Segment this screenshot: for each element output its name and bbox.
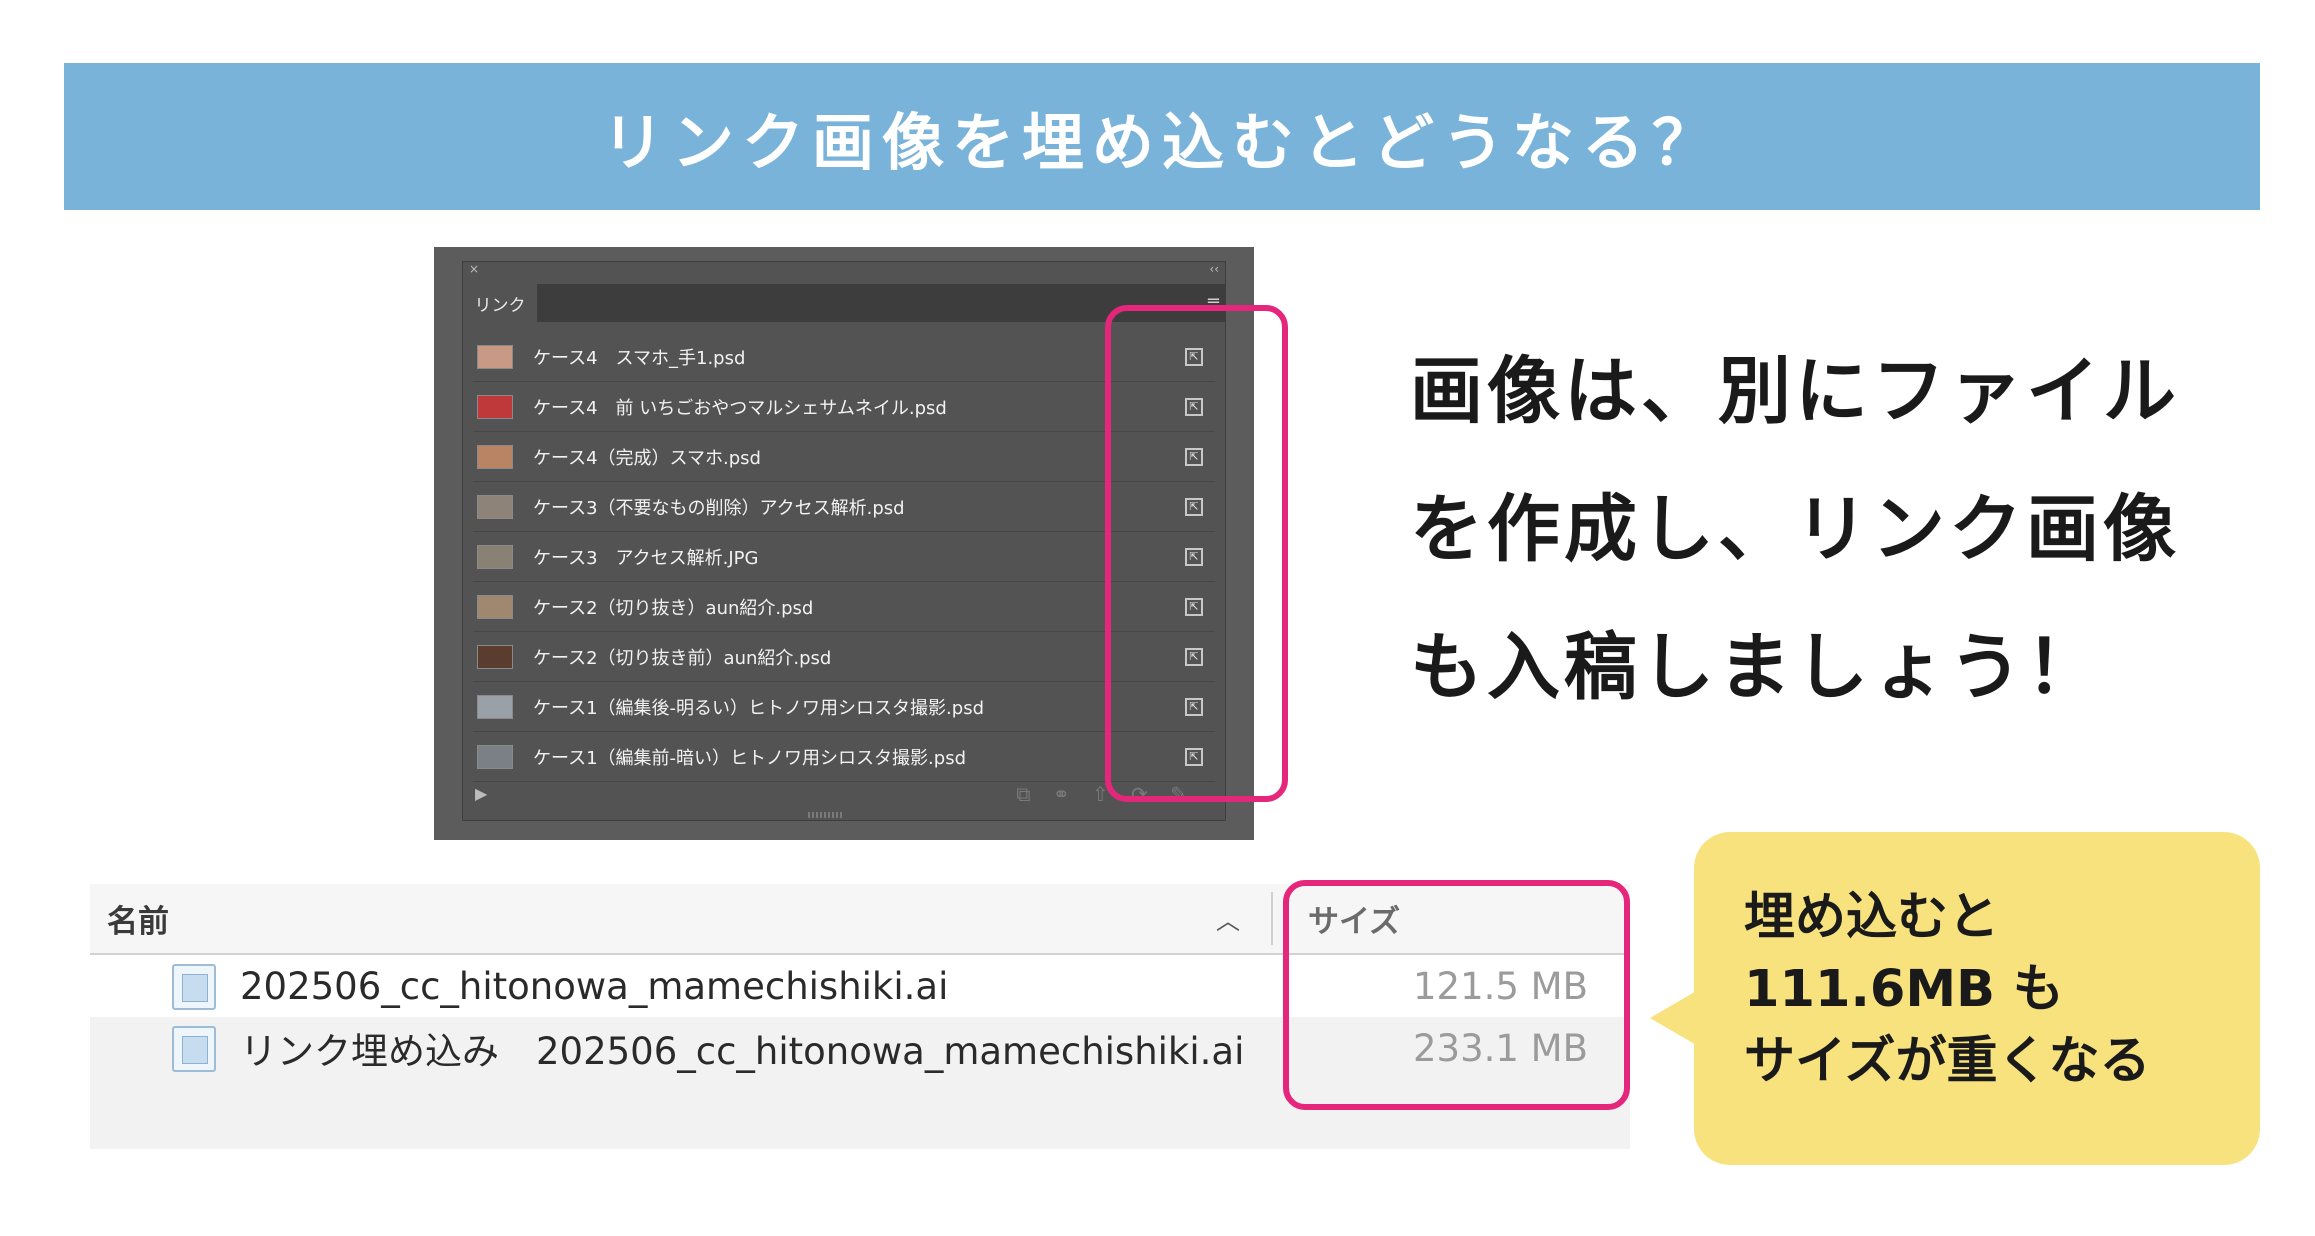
collapse-icon[interactable]: ‹‹ bbox=[1209, 262, 1219, 276]
thumbnail-icon bbox=[477, 494, 513, 519]
header-banner: リンク画像を埋め込むとどうなる？ bbox=[64, 63, 2260, 210]
column-divider[interactable] bbox=[1271, 892, 1273, 945]
link-item[interactable]: ケース3（不要なもの削除）アクセス解析.psd ⇱ bbox=[473, 482, 1215, 532]
ai-file-icon bbox=[172, 964, 216, 1010]
thumbnail-icon bbox=[477, 444, 513, 469]
callout-line: サイズが重くなる bbox=[1744, 1032, 2151, 1091]
close-icon[interactable]: × bbox=[469, 262, 479, 276]
thumbnail-icon bbox=[477, 744, 513, 769]
ai-file-icon bbox=[172, 1026, 216, 1072]
link-item[interactable]: ケース4 前 いちごおやつマルシェサムネイル.psd ⇱ bbox=[473, 382, 1215, 432]
link-item-name: ケース1（編集後-明るい）ヒトノワ用シロスタ撮影.psd bbox=[533, 697, 984, 719]
explanation-line: 画像は、別にファイル bbox=[1410, 349, 2180, 434]
link-item[interactable]: ケース2（切り抜き）aun紹介.psd ⇱ bbox=[473, 582, 1215, 632]
sort-ascending-icon[interactable]: ︿ bbox=[1216, 884, 1240, 953]
link-item-name: ケース4 前 いちごおやつマルシェサムネイル.psd bbox=[533, 397, 947, 419]
size-column-highlight bbox=[1283, 880, 1630, 1110]
resize-grip[interactable] bbox=[808, 812, 844, 818]
link-item-name: ケース1（編集前-暗い）ヒトノワ用シロスタ撮影.psd bbox=[533, 747, 966, 769]
link-item[interactable]: ケース1（編集後-明るい）ヒトノワ用シロスタ撮影.psd ⇱ bbox=[473, 682, 1215, 732]
link-item[interactable]: ケース2（切り抜き前）aun紹介.psd ⇱ bbox=[473, 632, 1215, 682]
callout-pointer bbox=[1650, 990, 1698, 1046]
link-item[interactable]: ケース3 アクセス解析.JPG ⇱ bbox=[473, 532, 1215, 582]
link-item-name: ケース4 スマホ_手1.psd bbox=[533, 347, 746, 369]
thumbnail-icon bbox=[477, 344, 513, 369]
callout-text: 埋め込むと 111.6MB も サイズが重くなる bbox=[1744, 882, 2150, 1098]
link-item[interactable]: ケース4 スマホ_手1.psd ⇱ bbox=[473, 332, 1215, 382]
link-item[interactable]: ケース4（完成）スマホ.psd ⇱ bbox=[473, 432, 1215, 482]
thumbnail-icon bbox=[477, 694, 513, 719]
link-item-name: ケース4（完成）スマホ.psd bbox=[533, 447, 761, 469]
explanation-text: 画像は、別にファイル を作成し、リンク画像 も入稿しましょう！ bbox=[1410, 323, 2270, 737]
callout-line: 111.6MB も bbox=[1744, 960, 2064, 1019]
callout-line: 埋め込むと bbox=[1744, 888, 2000, 947]
thumbnail-icon bbox=[477, 594, 513, 619]
tab-links[interactable]: リンク bbox=[463, 284, 537, 322]
banner-title: リンク画像を埋め込むとどうなる？ bbox=[601, 105, 1722, 179]
thumbnail-icon bbox=[477, 394, 513, 419]
column-header-name[interactable]: 名前 bbox=[107, 884, 169, 953]
link-item-name: ケース2（切り抜き前）aun紹介.psd bbox=[533, 647, 832, 669]
thumbnail-icon bbox=[477, 544, 513, 569]
embedded-status-highlight bbox=[1105, 305, 1288, 802]
thumbnail-icon bbox=[477, 644, 513, 669]
link-item-name: ケース3（不要なもの削除）アクセス解析.psd bbox=[533, 497, 905, 519]
explanation-line: も入稿しましょう！ bbox=[1410, 625, 2103, 710]
link-item-name: ケース3 アクセス解析.JPG bbox=[533, 547, 759, 569]
panel-titlebar: × ‹‹ bbox=[463, 262, 1225, 278]
size-callout: 埋め込むと 111.6MB も サイズが重くなる bbox=[1694, 832, 2260, 1165]
file-name: 202506_cc_hitonowa_mamechishiki.ai bbox=[240, 964, 949, 1008]
explanation-line: を作成し、リンク画像 bbox=[1410, 487, 2180, 572]
show-options-icon[interactable]: ▶ bbox=[475, 784, 487, 803]
file-name: リンク埋め込み 202506_cc_hitonowa_mamechishiki.… bbox=[240, 1030, 1245, 1073]
link-item-name: ケース2（切り抜き）aun紹介.psd bbox=[533, 597, 814, 619]
links-list: ケース4 スマホ_手1.psd ⇱ ケース4 前 いちごおやつマルシェサムネイル… bbox=[473, 332, 1215, 782]
